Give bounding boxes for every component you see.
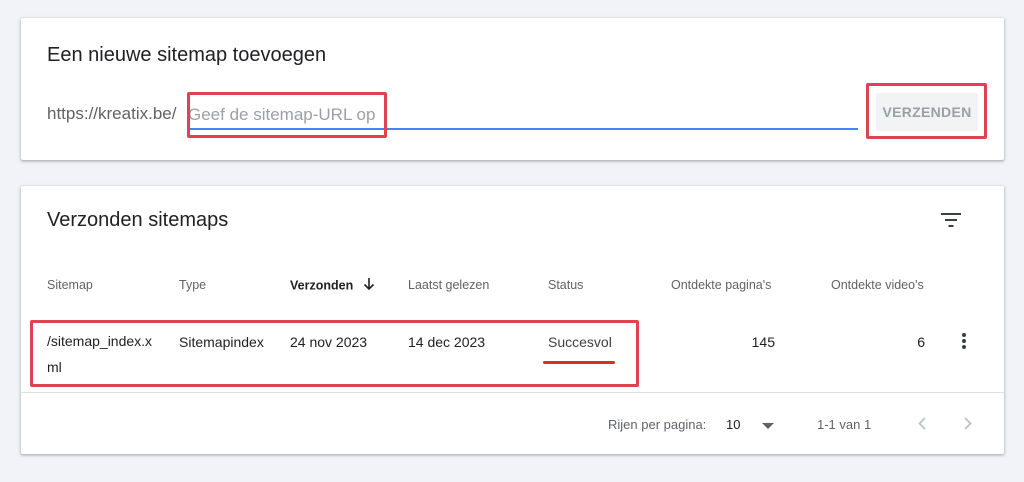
sitemap-type-cell: Sitemapindex	[179, 334, 264, 350]
arrow-down-icon	[363, 278, 375, 294]
pages-count-cell: 145	[751, 334, 775, 350]
column-header-videos[interactable]: Ontdekte video's	[831, 278, 924, 292]
column-header-submitted-label: Verzonden	[290, 278, 354, 293]
videos-count-cell: 6	[917, 334, 925, 350]
more-vert-icon[interactable]	[957, 330, 971, 352]
row-divider	[21, 392, 1004, 393]
column-header-submitted[interactable]: Verzonden	[290, 278, 375, 294]
next-page-icon[interactable]	[958, 413, 978, 433]
add-sitemap-card: Een nieuwe sitemap toevoegen https://kre…	[21, 18, 1004, 160]
rows-per-page-select[interactable]: 10	[726, 411, 778, 437]
sitemap-path-cell: /sitemap_index.x ml	[47, 328, 152, 380]
column-header-last-read[interactable]: Laatst gelezen	[408, 278, 489, 292]
column-header-type[interactable]: Type	[179, 278, 206, 292]
status-cell: Succesvol	[548, 334, 612, 350]
sitemap-url-input[interactable]	[188, 100, 858, 130]
table-row[interactable]	[21, 315, 1004, 392]
add-sitemap-title: Een nieuwe sitemap toevoegen	[47, 44, 327, 66]
previous-page-icon[interactable]	[912, 413, 932, 433]
filter-icon[interactable]	[937, 208, 965, 232]
submitted-sitemaps-card: Verzonden sitemaps Sitemap Type Verzonde…	[21, 186, 1004, 454]
status-underline	[543, 361, 615, 364]
column-header-pages[interactable]: Ontdekte pagina's	[671, 278, 771, 292]
input-underline	[188, 128, 858, 130]
column-header-sitemap[interactable]: Sitemap	[47, 278, 93, 292]
last-read-cell: 14 dec 2023	[408, 334, 486, 350]
submitted-sitemaps-title: Verzonden sitemaps	[47, 209, 229, 231]
sitemap-path-line1: /sitemap_index.x	[47, 333, 153, 349]
rows-per-page-label: Rijen per pagina:	[608, 417, 707, 432]
column-header-status[interactable]: Status	[548, 278, 583, 292]
sitemap-path-line2: ml	[47, 359, 62, 375]
submitted-date-cell: 24 nov 2023	[290, 334, 368, 350]
caret-down-icon	[762, 417, 775, 432]
submit-button[interactable]: VERZENDEN	[876, 93, 978, 131]
pagination-range: 1-1 van 1	[817, 417, 872, 432]
url-prefix: https://kreatix.be/	[47, 104, 177, 123]
rows-per-page-value: 10	[726, 416, 741, 432]
